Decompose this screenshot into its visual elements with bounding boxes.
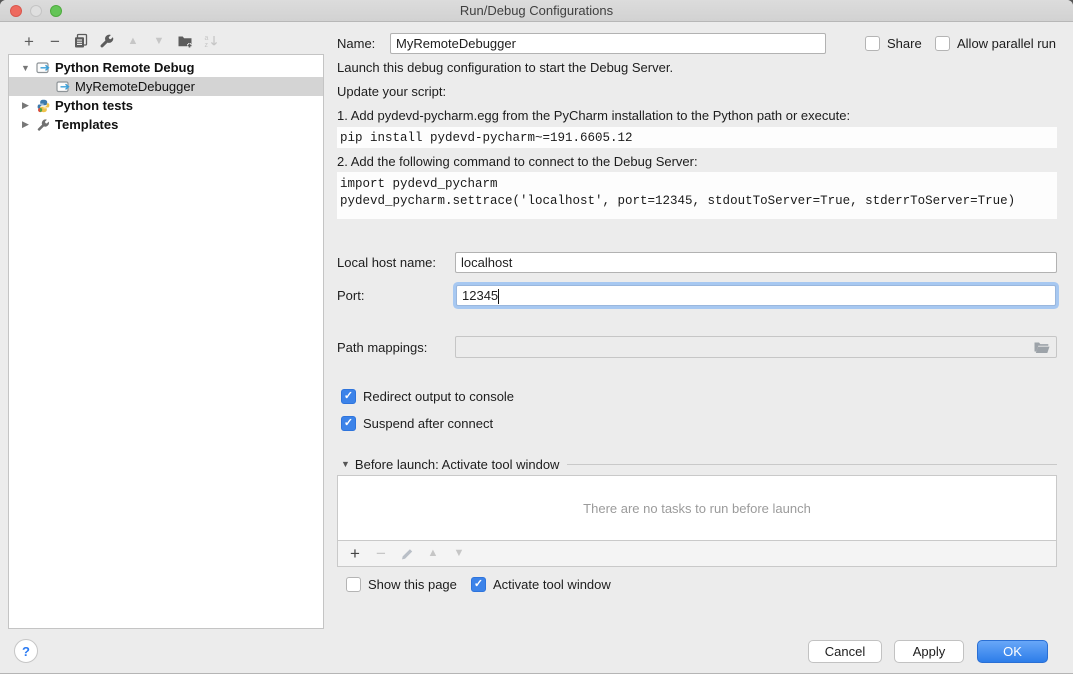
wrench-icon bbox=[99, 33, 115, 49]
add-task-button[interactable]: + bbox=[342, 542, 368, 566]
port-input[interactable] bbox=[456, 285, 1056, 306]
copy-icon bbox=[73, 33, 89, 49]
redirect-output-label: Redirect output to console bbox=[363, 389, 514, 404]
run-debug-configurations-dialog: Run/Debug Configurations + − ▲ ▼ bbox=[0, 0, 1073, 674]
run-config-icon bbox=[56, 80, 71, 94]
run-config-icon bbox=[36, 61, 51, 75]
copy-configuration-button[interactable] bbox=[68, 30, 94, 52]
browse-folder-icon[interactable] bbox=[1033, 340, 1050, 354]
chevron-right-icon[interactable]: ▶ bbox=[20, 119, 31, 130]
sort-configurations-button[interactable]: a z bbox=[198, 30, 224, 52]
local-host-name-label: Local host name: bbox=[337, 255, 436, 270]
edit-defaults-button[interactable] bbox=[94, 30, 120, 52]
step1-text: 1. Add pydevd-pycharm.egg from the PyCha… bbox=[337, 108, 850, 123]
activate-tool-window-checkbox[interactable]: ✓ bbox=[471, 577, 486, 592]
before-launch-toolbar: + − ▲ ▼ bbox=[337, 541, 1057, 567]
activate-tool-window-label: Activate tool window bbox=[493, 577, 611, 592]
path-mappings-field[interactable] bbox=[455, 336, 1057, 358]
redirect-output-checkbox[interactable]: ✓ bbox=[341, 389, 356, 404]
ok-button[interactable]: OK bbox=[977, 640, 1048, 663]
new-folder-icon bbox=[177, 33, 194, 49]
minus-icon: − bbox=[50, 33, 60, 50]
chevron-right-icon[interactable]: ▶ bbox=[20, 100, 31, 111]
code-import-line: import pydevd_pycharm bbox=[340, 176, 1057, 193]
cancel-button-label: Cancel bbox=[825, 644, 865, 659]
port-label: Port: bbox=[337, 288, 364, 303]
remove-task-button[interactable]: − bbox=[368, 542, 394, 566]
collapse-arrow-icon[interactable]: ▼ bbox=[341, 459, 350, 469]
move-task-down-button[interactable]: ▼ bbox=[446, 542, 472, 566]
window-title: Run/Debug Configurations bbox=[0, 3, 1073, 18]
name-label: Name: bbox=[337, 36, 375, 51]
sort-az-icon: a z bbox=[203, 33, 219, 49]
before-launch-title: Before launch: Activate tool window bbox=[355, 457, 560, 472]
add-configuration-button[interactable]: + bbox=[16, 30, 42, 52]
empty-tasks-text: There are no tasks to run before launch bbox=[583, 501, 811, 516]
share-checkbox[interactable]: ✓ bbox=[865, 36, 880, 51]
tree-item-label: Templates bbox=[55, 117, 118, 132]
cancel-button[interactable]: Cancel bbox=[808, 640, 882, 663]
move-task-up-button[interactable]: ▲ bbox=[420, 542, 446, 566]
pip-install-command: pip install pydevd-pycharm~=191.6605.12 bbox=[340, 131, 633, 145]
svg-text:a: a bbox=[205, 35, 209, 42]
suspend-after-connect-checkbox[interactable]: ✓ bbox=[341, 416, 356, 431]
titlebar: Run/Debug Configurations bbox=[0, 0, 1073, 22]
show-this-page-checkbox[interactable]: ✓ bbox=[346, 577, 361, 592]
tree-item-templates[interactable]: ▶ Templates bbox=[9, 115, 323, 134]
ok-button-label: OK bbox=[1003, 644, 1022, 659]
up-arrow-icon: ▲ bbox=[128, 36, 139, 47]
help-button[interactable]: ? bbox=[14, 639, 38, 663]
chevron-down-icon[interactable]: ▼ bbox=[20, 63, 31, 73]
configurations-toolbar: + − ▲ ▼ a z bbox=[16, 30, 224, 52]
apply-button-label: Apply bbox=[913, 644, 946, 659]
up-arrow-icon: ▲ bbox=[428, 548, 439, 559]
down-arrow-icon: ▼ bbox=[154, 36, 165, 47]
before-launch-task-list[interactable]: There are no tasks to run before launch bbox=[337, 475, 1057, 541]
down-arrow-icon: ▼ bbox=[454, 548, 465, 559]
plus-icon: + bbox=[24, 33, 34, 50]
pencil-icon bbox=[400, 547, 414, 561]
plus-icon: + bbox=[350, 545, 360, 562]
local-host-name-input[interactable] bbox=[455, 252, 1057, 273]
suspend-after-connect-label: Suspend after connect bbox=[363, 416, 493, 431]
python-tests-icon bbox=[36, 99, 51, 113]
help-icon: ? bbox=[22, 644, 30, 659]
tree-item-python-remote-debug[interactable]: ▼ Python Remote Debug bbox=[9, 58, 323, 77]
description-text: Launch this debug configuration to start… bbox=[337, 60, 673, 75]
tree-item-myremotedebugger[interactable]: MyRemoteDebugger bbox=[9, 77, 323, 96]
allow-parallel-run-label: Allow parallel run bbox=[957, 36, 1056, 51]
path-mappings-label: Path mappings: bbox=[337, 340, 427, 355]
minus-icon: − bbox=[376, 545, 386, 562]
code-settrace-line: pydevd_pycharm.settrace('localhost', por… bbox=[340, 193, 1057, 210]
check-icon: ✓ bbox=[344, 391, 353, 402]
show-this-page-label: Show this page bbox=[368, 577, 457, 592]
configurations-tree: ▼ Python Remote Debug MyRemoteDebugger ▶ bbox=[8, 54, 324, 629]
check-icon: ✓ bbox=[344, 418, 353, 429]
before-launch-section-header[interactable]: ▼ Before launch: Activate tool window bbox=[341, 456, 1057, 472]
templates-wrench-icon bbox=[36, 118, 51, 132]
name-input[interactable] bbox=[390, 33, 826, 54]
move-down-button[interactable]: ▼ bbox=[146, 30, 172, 52]
remove-configuration-button[interactable]: − bbox=[42, 30, 68, 52]
apply-button[interactable]: Apply bbox=[894, 640, 964, 663]
check-icon: ✓ bbox=[474, 579, 483, 590]
text-caret bbox=[498, 289, 499, 304]
new-folder-button[interactable] bbox=[172, 30, 198, 52]
tree-item-label: MyRemoteDebugger bbox=[75, 79, 195, 94]
share-label: Share bbox=[887, 36, 922, 51]
move-up-button[interactable]: ▲ bbox=[120, 30, 146, 52]
edit-task-button[interactable] bbox=[394, 542, 420, 566]
tree-item-label: Python tests bbox=[55, 98, 133, 113]
tree-item-label: Python Remote Debug bbox=[55, 60, 194, 75]
section-divider bbox=[567, 464, 1057, 465]
allow-parallel-run-checkbox[interactable]: ✓ bbox=[935, 36, 950, 51]
tree-item-python-tests[interactable]: ▶ Python tests bbox=[9, 96, 323, 115]
svg-text:z: z bbox=[205, 42, 209, 49]
update-script-text: Update your script: bbox=[337, 84, 446, 99]
step2-text: 2. Add the following command to connect … bbox=[337, 154, 698, 169]
